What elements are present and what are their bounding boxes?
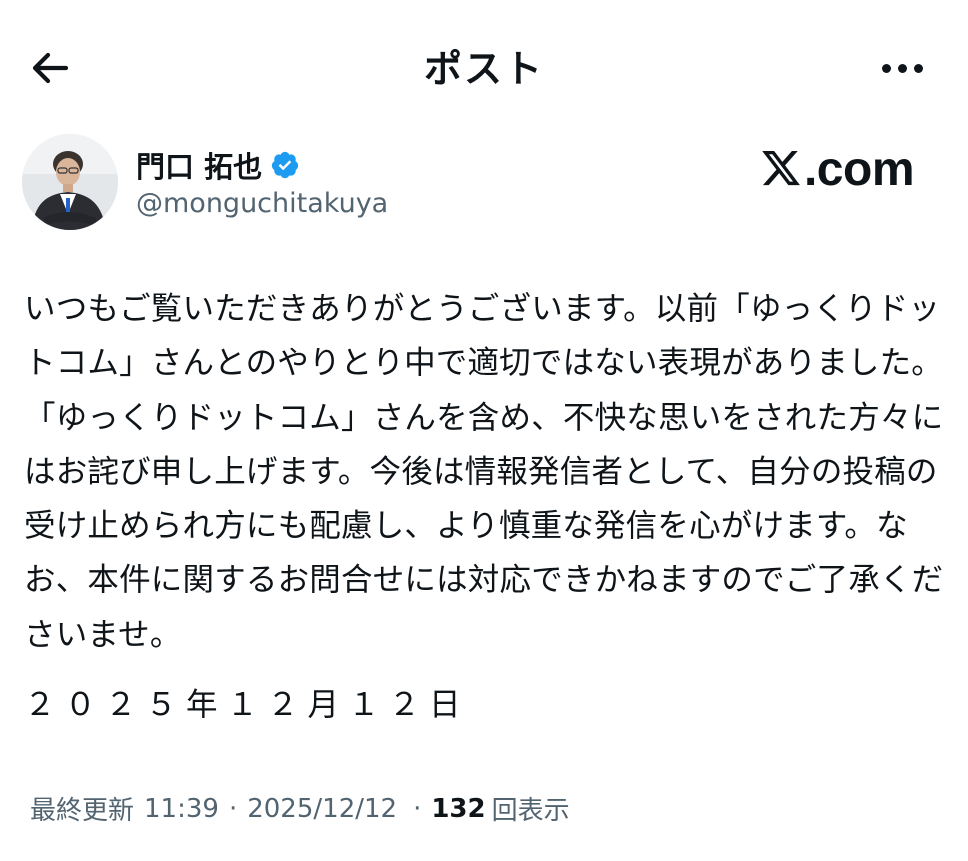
author-handle[interactable]: @monguchitakuya [136, 188, 388, 219]
post-date[interactable]: 2025/12/12 [247, 794, 397, 824]
page-title: ポスト [423, 47, 544, 91]
avatar-image [22, 134, 118, 230]
post-text: いつもご覧いただきありがとうございます。以前「ゆっくりドットコム」さんとのやりと… [24, 291, 944, 653]
last-updated-label: 最終更新 [30, 796, 135, 826]
meta-separator: · [413, 793, 422, 824]
x-logo-icon [762, 150, 800, 186]
verified-badge-icon [271, 151, 299, 179]
post-text-date: ２０２５年１２月１２日 [24, 687, 470, 723]
author-name-text: 門口 拓也 [136, 150, 263, 184]
post-meta: 最終更新 11:39 · 2025/12/12 · 132 回表示 [30, 790, 570, 827]
views-count: 132 [431, 793, 486, 824]
post-header: ポスト [0, 0, 968, 130]
author-name[interactable]: 門口 拓也 [136, 144, 300, 186]
more-options-button[interactable] [872, 44, 932, 92]
more-horizontal-icon [881, 63, 891, 73]
post-author: 門口 拓也 @monguchitakuya .com [22, 134, 942, 234]
x-com-watermark: .com [760, 142, 915, 197]
meta-separator: · [228, 793, 238, 824]
post-time[interactable]: 11:39 [144, 794, 219, 824]
brand-domain-text: .com [803, 143, 915, 196]
views-label: 回表示 [491, 796, 570, 826]
avatar[interactable] [22, 134, 118, 230]
